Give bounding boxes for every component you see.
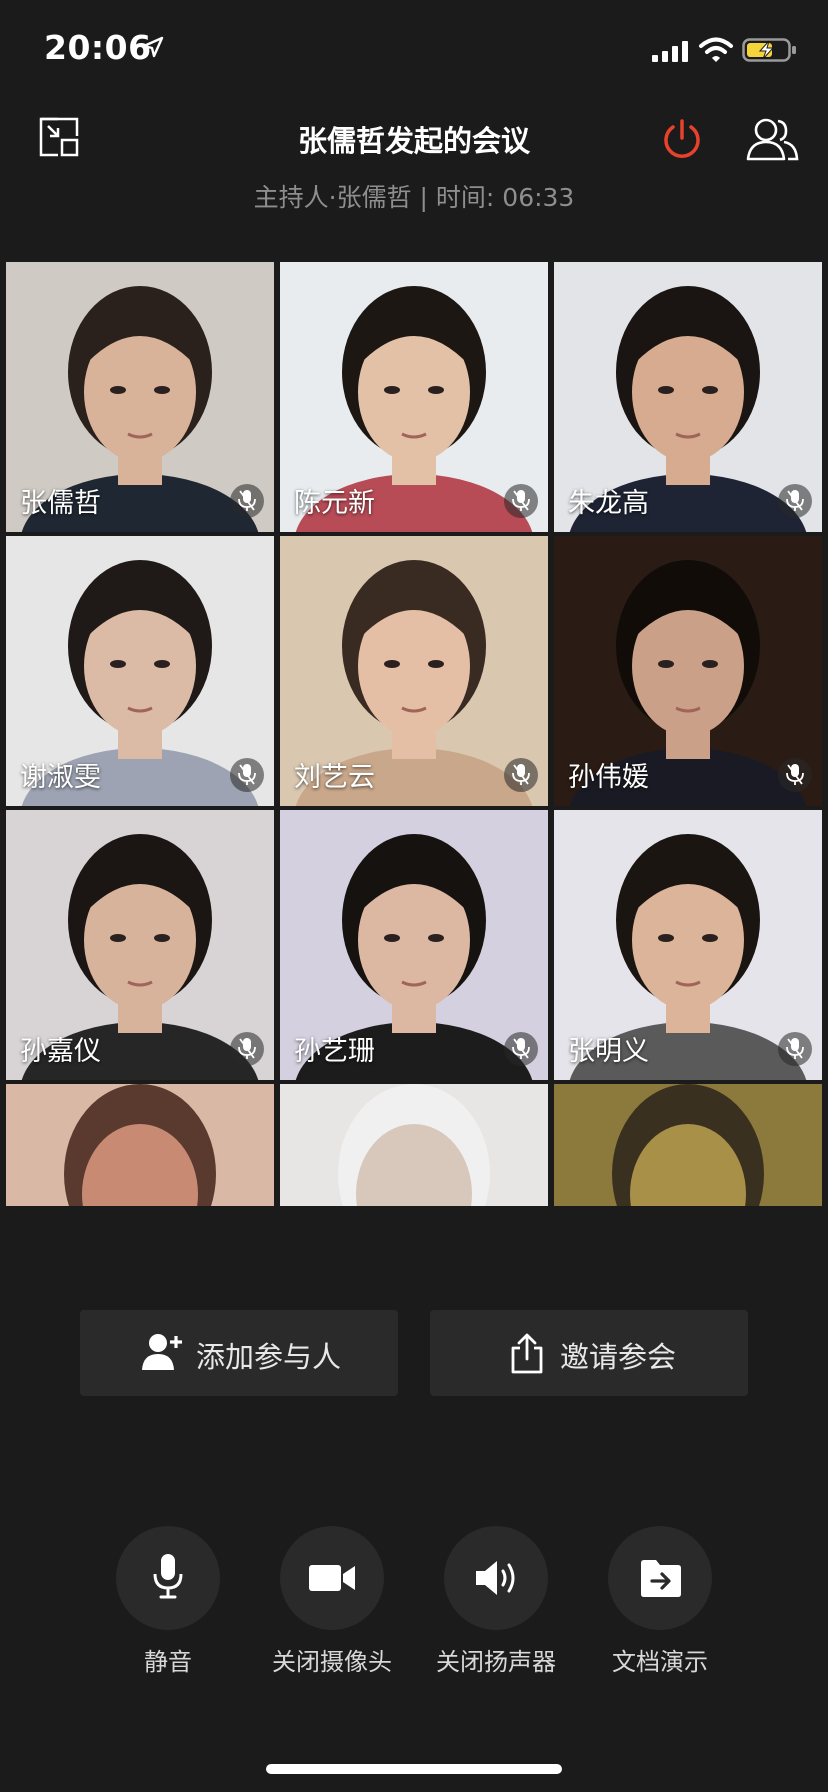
- participant-video-tile[interactable]: 张儒哲: [6, 262, 274, 532]
- add-participant-button[interactable]: 添加参与人: [80, 1310, 398, 1396]
- camera-off-label: 关闭摄像头: [272, 1648, 392, 1676]
- muted-microphone-icon: [512, 764, 530, 785]
- participant-video-tile-partial[interactable]: [280, 1084, 548, 1206]
- location-arrow-icon: [142, 36, 164, 58]
- video-camera-icon: [309, 1565, 355, 1591]
- participant-name: 谢淑雯: [20, 762, 101, 793]
- add-person-icon: [142, 1334, 182, 1370]
- muted-mic-badge: [778, 1032, 812, 1066]
- meeting-header: 张儒哲发起的会议 主持人·张儒哲 | 时间: 06:33: [0, 100, 828, 240]
- mute-button[interactable]: [116, 1526, 220, 1630]
- end-meeting-power-icon[interactable]: [660, 118, 704, 162]
- muted-mic-badge: [504, 1032, 538, 1066]
- doc-present-button[interactable]: [608, 1526, 712, 1630]
- participant-name: 刘艺云: [294, 762, 375, 793]
- participant-video-tile-partial[interactable]: [6, 1084, 274, 1206]
- muted-microphone-icon: [512, 1038, 530, 1059]
- participant-video-tile[interactable]: 孙伟媛: [554, 536, 822, 806]
- invite-label: 邀请参会: [560, 1340, 677, 1374]
- participant-video-tile[interactable]: 刘艺云: [280, 536, 548, 806]
- doc-present-label: 文档演示: [612, 1648, 708, 1676]
- participant-video-tile-partial[interactable]: [554, 1084, 822, 1206]
- speaker-icon: [476, 1561, 515, 1595]
- status-bar: 20:06: [0, 0, 828, 100]
- speaker-off-button[interactable]: [444, 1526, 548, 1630]
- muted-microphone-icon: [786, 1038, 804, 1059]
- muted-mic-badge: [230, 484, 264, 518]
- meeting-host-and-timer: 主持人·张儒哲 | 时间: 06:33: [253, 183, 575, 212]
- battery-charging-icon: [742, 38, 796, 62]
- muted-microphone-icon: [786, 490, 804, 511]
- muted-mic-badge: [504, 758, 538, 792]
- participant-video-tile[interactable]: 朱龙高: [554, 262, 822, 532]
- invite-button[interactable]: 邀请参会: [430, 1310, 748, 1396]
- participant-name: 孙嘉仪: [20, 1036, 101, 1067]
- cellular-signal-icon: [652, 41, 688, 62]
- participant-video-feed: [338, 1084, 490, 1206]
- microphone-icon: [153, 1554, 183, 1599]
- muted-microphone-icon: [238, 764, 256, 785]
- participant-name: 孙艺珊: [294, 1036, 375, 1067]
- muted-mic-badge: [230, 1032, 264, 1066]
- participants-list-icon[interactable]: [744, 116, 800, 162]
- share-icon: [511, 1333, 543, 1374]
- camera-off-button[interactable]: [280, 1526, 384, 1630]
- muted-mic-badge: [230, 758, 264, 792]
- muted-mic-badge: [778, 484, 812, 518]
- mute-label: 静音: [144, 1648, 192, 1676]
- participant-video-tile[interactable]: 孙艺珊: [280, 810, 548, 1080]
- participant-video-feed: [612, 1084, 764, 1206]
- wifi-icon: [699, 37, 733, 62]
- participant-name: 陈元新: [294, 488, 375, 519]
- participant-video-feed: [64, 1084, 216, 1206]
- participant-name: 朱龙高: [568, 488, 649, 519]
- muted-mic-badge: [778, 758, 812, 792]
- status-time: 20:06: [44, 28, 152, 67]
- participant-video-tile[interactable]: 孙嘉仪: [6, 810, 274, 1080]
- home-indicator: [266, 1764, 562, 1774]
- participant-video-tile[interactable]: 陈元新: [280, 262, 548, 532]
- speaker-off-label: 关闭扬声器: [436, 1648, 556, 1676]
- muted-microphone-icon: [238, 490, 256, 511]
- participant-video-tile[interactable]: 谢淑雯: [6, 536, 274, 806]
- participant-video-tile[interactable]: 张明义: [554, 810, 822, 1080]
- muted-microphone-icon: [238, 1038, 256, 1059]
- participant-name: 张儒哲: [20, 488, 101, 519]
- add-participant-label: 添加参与人: [196, 1340, 342, 1374]
- muted-microphone-icon: [786, 764, 804, 785]
- muted-mic-badge: [504, 484, 538, 518]
- participant-name: 孙伟媛: [568, 762, 649, 793]
- participant-name: 张明义: [568, 1036, 649, 1067]
- folder-share-icon: [641, 1560, 681, 1597]
- muted-microphone-icon: [512, 490, 530, 511]
